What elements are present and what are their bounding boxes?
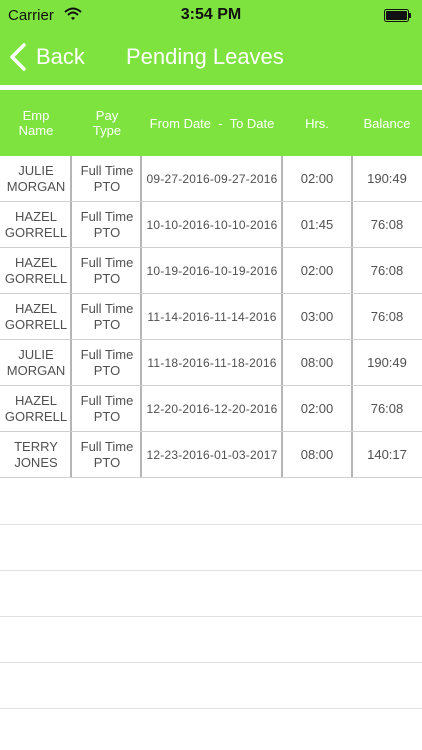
battery-icon [384, 9, 411, 22]
hours: 08:00 [300, 355, 334, 370]
empty-row-divider [0, 616, 422, 617]
page-title: Pending Leaves [126, 44, 284, 69]
employee-name: HAZEL GORRELL [4, 209, 68, 240]
date-range: 10-10-2016-10-10-2016 [146, 218, 278, 232]
balance: 76:08 [370, 217, 404, 232]
hours: 08:00 [300, 447, 334, 462]
row-divider [0, 477, 422, 478]
status-time: 3:54 PM [180, 6, 242, 23]
column-header-label: Hrs. [305, 115, 329, 131]
date-range: 12-23-2016-01-03-2017 [146, 448, 278, 462]
column-header-label: Emp Name [18, 108, 54, 138]
back-button[interactable]: Back [8, 40, 85, 74]
date-range: 09-27-2016-09-27-2016 [146, 172, 278, 186]
date-range: 10-19-2016-10-19-2016 [146, 264, 278, 278]
table-row[interactable]: JULIE MORGAN Full Time PTO 09-27-2016-09… [0, 156, 422, 202]
balance: 76:08 [370, 309, 404, 324]
balance: 76:08 [370, 263, 404, 278]
hours: 03:00 [300, 309, 334, 324]
back-label: Back [36, 44, 85, 69]
hours: 02:00 [300, 401, 334, 416]
pay-type: Full Time PTO [80, 301, 134, 332]
column-header-label: Pay Type [92, 108, 122, 138]
date-range: 12-20-2016-12-20-2016 [146, 402, 278, 416]
employee-name: JULIE MORGAN [6, 347, 66, 378]
table-header: Emp Name Pay Type From Date - To Date Hr… [0, 90, 422, 156]
table-row[interactable]: HAZEL GORRELL Full Time PTO 10-10-2016-1… [0, 202, 422, 248]
navigation-bar: Back Pending Leaves [0, 32, 422, 85]
empty-row-divider [0, 524, 422, 525]
pay-type: Full Time PTO [80, 209, 134, 240]
employee-name: JULIE MORGAN [6, 163, 66, 194]
date-range: 11-14-2016-11-14-2016 [147, 310, 277, 324]
balance: 190:49 [367, 355, 407, 370]
table-row[interactable]: JULIE MORGAN Full Time PTO 11-18-2016-11… [0, 340, 422, 386]
balance: 190:49 [367, 171, 407, 186]
chevron-left-icon [10, 43, 26, 71]
pay-type: Full Time PTO [80, 393, 134, 424]
hours: 02:00 [300, 171, 334, 186]
employee-name: HAZEL GORRELL [4, 301, 68, 332]
column-header-pay-type: Pay Type [72, 90, 142, 156]
employee-name: HAZEL GORRELL [4, 255, 68, 286]
column-header-emp-name: Emp Name [0, 90, 72, 156]
pay-type: Full Time PTO [80, 439, 134, 470]
pay-type: Full Time PTO [80, 163, 134, 194]
pay-type: Full Time PTO [80, 347, 134, 378]
balance: 140:17 [367, 447, 407, 462]
hours: 02:00 [300, 263, 334, 278]
status-bar: Carrier 3:54 PM [0, 0, 422, 32]
employee-name: TERRY JONES [14, 439, 58, 470]
column-header-dates: From Date - To Date [142, 90, 282, 156]
date-range: 11-18-2016-11-18-2016 [147, 356, 277, 370]
empty-row-divider [0, 662, 422, 663]
table-row[interactable]: HAZEL GORRELL Full Time PTO 12-20-2016-1… [0, 386, 422, 432]
hours: 01:45 [300, 217, 334, 232]
column-header-hours: Hrs. [282, 90, 352, 156]
column-header-label: From Date - To Date [149, 115, 275, 131]
empty-row-divider [0, 708, 422, 709]
column-header-balance: Balance [352, 90, 422, 156]
balance: 76:08 [370, 401, 404, 416]
empty-row-divider [0, 570, 422, 571]
table-row[interactable]: HAZEL GORRELL Full Time PTO 11-14-2016-1… [0, 294, 422, 340]
column-header-label: Balance [363, 115, 411, 131]
employee-name: HAZEL GORRELL [4, 393, 68, 424]
table-row[interactable]: TERRY JONES Full Time PTO 12-23-2016-01-… [0, 432, 422, 478]
pay-type: Full Time PTO [80, 255, 134, 286]
table-row[interactable]: HAZEL GORRELL Full Time PTO 10-19-2016-1… [0, 248, 422, 294]
